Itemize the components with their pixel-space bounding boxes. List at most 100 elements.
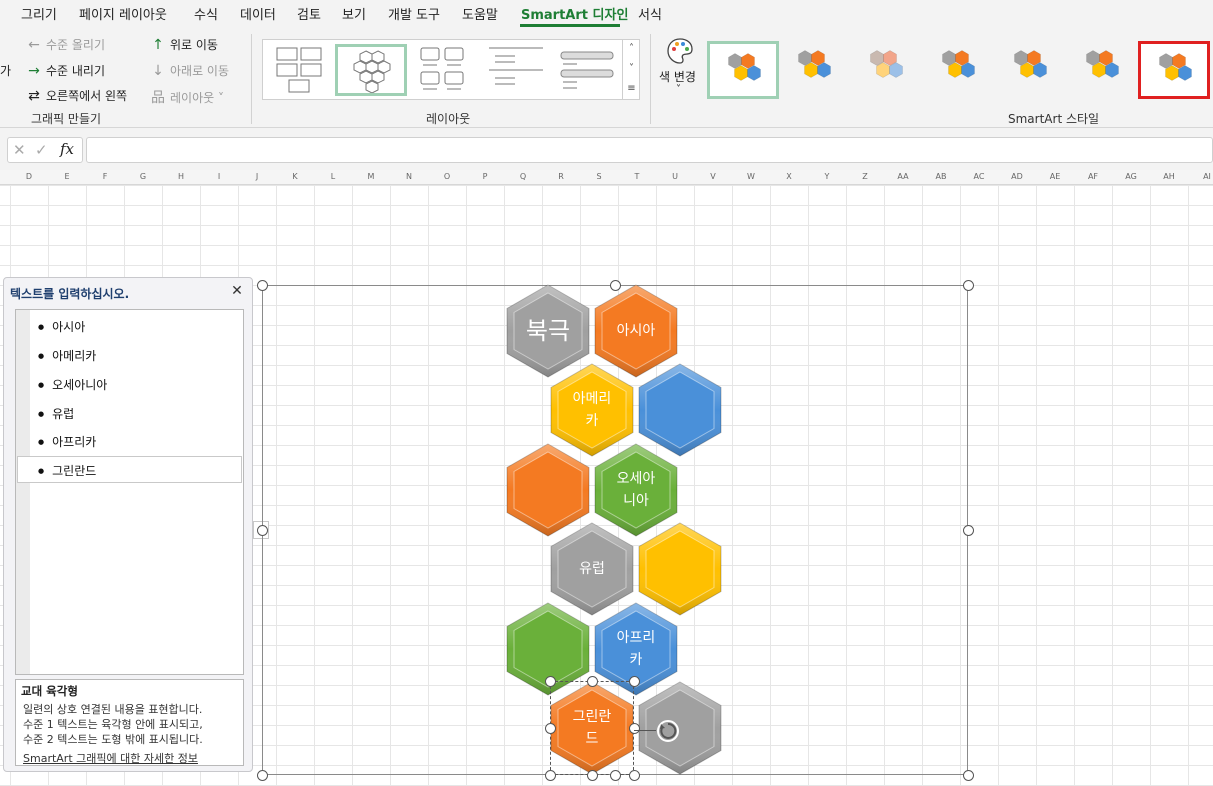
resize-handle[interactable] [629, 770, 640, 781]
tab-format[interactable]: 서식 [638, 4, 662, 23]
scroll-up-icon[interactable]: ˄ [623, 39, 640, 59]
resize-handle[interactable] [545, 770, 556, 781]
check-icon[interactable]: ✓ [35, 141, 48, 159]
style-thumb-bevel[interactable] [1138, 41, 1210, 99]
column-header[interactable]: J [238, 172, 276, 181]
tab-help[interactable]: 도움말 [462, 4, 498, 23]
resize-handle[interactable] [257, 770, 268, 781]
resize-handle[interactable] [963, 525, 974, 536]
column-header[interactable]: AC [960, 172, 998, 181]
style-thumb-6[interactable] [1068, 41, 1140, 99]
resize-handle[interactable] [629, 723, 640, 734]
resize-handle[interactable] [257, 525, 268, 536]
text-pane-list[interactable]: 아시아 아메리카 오세아니아 유럽 아프리카 그린란드 [15, 309, 244, 675]
column-header[interactable]: E [48, 172, 86, 181]
column-header[interactable]: AI [1188, 172, 1213, 181]
column-header[interactable]: AH [1150, 172, 1188, 181]
tab-developer[interactable]: 개발 도구 [388, 4, 440, 23]
org-chart-icon: 品 [151, 90, 165, 106]
column-header[interactable]: L [314, 172, 352, 181]
insert-function-icon[interactable]: fx [60, 140, 74, 158]
style-thumb-5[interactable] [996, 41, 1068, 99]
resize-handle[interactable] [963, 770, 974, 781]
more-info-link[interactable]: SmartArt 그래픽에 대한 자세한 정보 [23, 750, 198, 766]
column-header[interactable]: F [86, 172, 124, 181]
gallery-more-icon[interactable]: ≡ [623, 79, 640, 99]
column-header[interactable]: AE [1036, 172, 1074, 181]
group-divider [251, 34, 252, 124]
list-item[interactable]: 유럽 [38, 405, 74, 422]
column-header[interactable]: AD [998, 172, 1036, 181]
scroll-down-icon[interactable]: ˅ [623, 59, 640, 79]
move-up-button[interactable]: ↑ 위로 이동 [150, 36, 218, 53]
resize-handle[interactable] [587, 770, 598, 781]
style-thumb-3[interactable] [852, 41, 924, 99]
create-graphic-group-label: 그래픽 만들기 [31, 112, 102, 126]
formula-input[interactable] [86, 137, 1213, 163]
style-thumb-2[interactable] [780, 41, 852, 99]
list-item[interactable]: 아메리카 [38, 347, 96, 364]
layout-dropdown-button[interactable]: 品 레이아웃 ˅ [150, 87, 224, 107]
tab-page-layout[interactable]: 페이지 레이아웃 [79, 4, 167, 23]
layout-description: 교대 육각형 일련의 상호 연결된 내용을 표현합니다. 수준 1 텍스트는 육… [15, 679, 244, 766]
resize-handle[interactable] [587, 676, 598, 687]
column-header[interactable]: AB [922, 172, 960, 181]
column-header[interactable]: Q [504, 172, 542, 181]
promote-button[interactable]: ← 수준 올리기 [26, 36, 105, 53]
list-item[interactable]: 그린란드 [38, 462, 96, 479]
column-header[interactable]: M [352, 172, 390, 181]
resize-handle[interactable] [610, 770, 621, 781]
column-header[interactable]: AA [884, 172, 922, 181]
column-header[interactable]: P [466, 172, 504, 181]
resize-handle[interactable] [257, 280, 268, 291]
style-thumb-simple[interactable] [707, 41, 779, 99]
column-header[interactable]: X [770, 172, 808, 181]
tab-draw[interactable]: 그리기 [21, 4, 57, 23]
resize-handle[interactable] [963, 280, 974, 291]
layout-thumb-3[interactable] [413, 44, 477, 96]
change-colors-button[interactable]: 색 변경 ˅ [655, 36, 705, 100]
layout-thumb-1[interactable] [269, 44, 333, 96]
layout-thumb-5[interactable] [557, 44, 621, 96]
column-header[interactable]: W [732, 172, 770, 181]
style-thumb-4[interactable] [924, 41, 996, 99]
list-item[interactable]: 아시아 [38, 318, 85, 335]
column-header[interactable]: D [10, 172, 48, 181]
column-header[interactable]: K [276, 172, 314, 181]
list-item[interactable]: 아프리카 [38, 433, 96, 450]
right-to-left-button[interactable]: ⇄ 오른쪽에서 왼쪽 [26, 87, 127, 104]
resize-handle[interactable] [545, 723, 556, 734]
tab-formulas[interactable]: 수식 [194, 4, 218, 23]
tab-review[interactable]: 검토 [297, 4, 321, 23]
resize-handle[interactable] [610, 280, 621, 291]
column-header[interactable]: Z [846, 172, 884, 181]
tab-view[interactable]: 보기 [342, 4, 366, 23]
tab-data[interactable]: 데이터 [240, 4, 276, 23]
column-header[interactable]: H [162, 172, 200, 181]
column-header[interactable]: T [618, 172, 656, 181]
column-header[interactable]: S [580, 172, 618, 181]
cancel-icon[interactable]: ✕ [13, 141, 26, 159]
list-item[interactable]: 오세아니아 [38, 376, 107, 393]
rotate-icon[interactable] [656, 719, 680, 743]
column-header[interactable]: U [656, 172, 694, 181]
close-icon[interactable]: ✕ [229, 283, 245, 299]
resize-handle[interactable] [629, 676, 640, 687]
cut-text-label[interactable]: 가 [0, 62, 11, 79]
resize-handle[interactable] [545, 676, 556, 687]
column-header[interactable]: I [200, 172, 238, 181]
column-header[interactable]: Y [808, 172, 846, 181]
column-header[interactable]: O [428, 172, 466, 181]
hexagon-shape[interactable] [638, 681, 722, 775]
column-header[interactable]: AG [1112, 172, 1150, 181]
column-header[interactable]: V [694, 172, 732, 181]
demote-button[interactable]: → 수준 내리기 [26, 62, 105, 79]
layout-thumb-alternating-hexagons[interactable] [335, 44, 407, 96]
layout-thumb-4[interactable] [485, 44, 549, 96]
move-down-button[interactable]: ↓ 아래로 이동 [150, 62, 229, 79]
tab-smartart-design[interactable]: SmartArt 디자인 [521, 4, 628, 23]
column-header[interactable]: G [124, 172, 162, 181]
column-header[interactable]: N [390, 172, 428, 181]
column-header[interactable]: R [542, 172, 580, 181]
column-header[interactable]: AF [1074, 172, 1112, 181]
